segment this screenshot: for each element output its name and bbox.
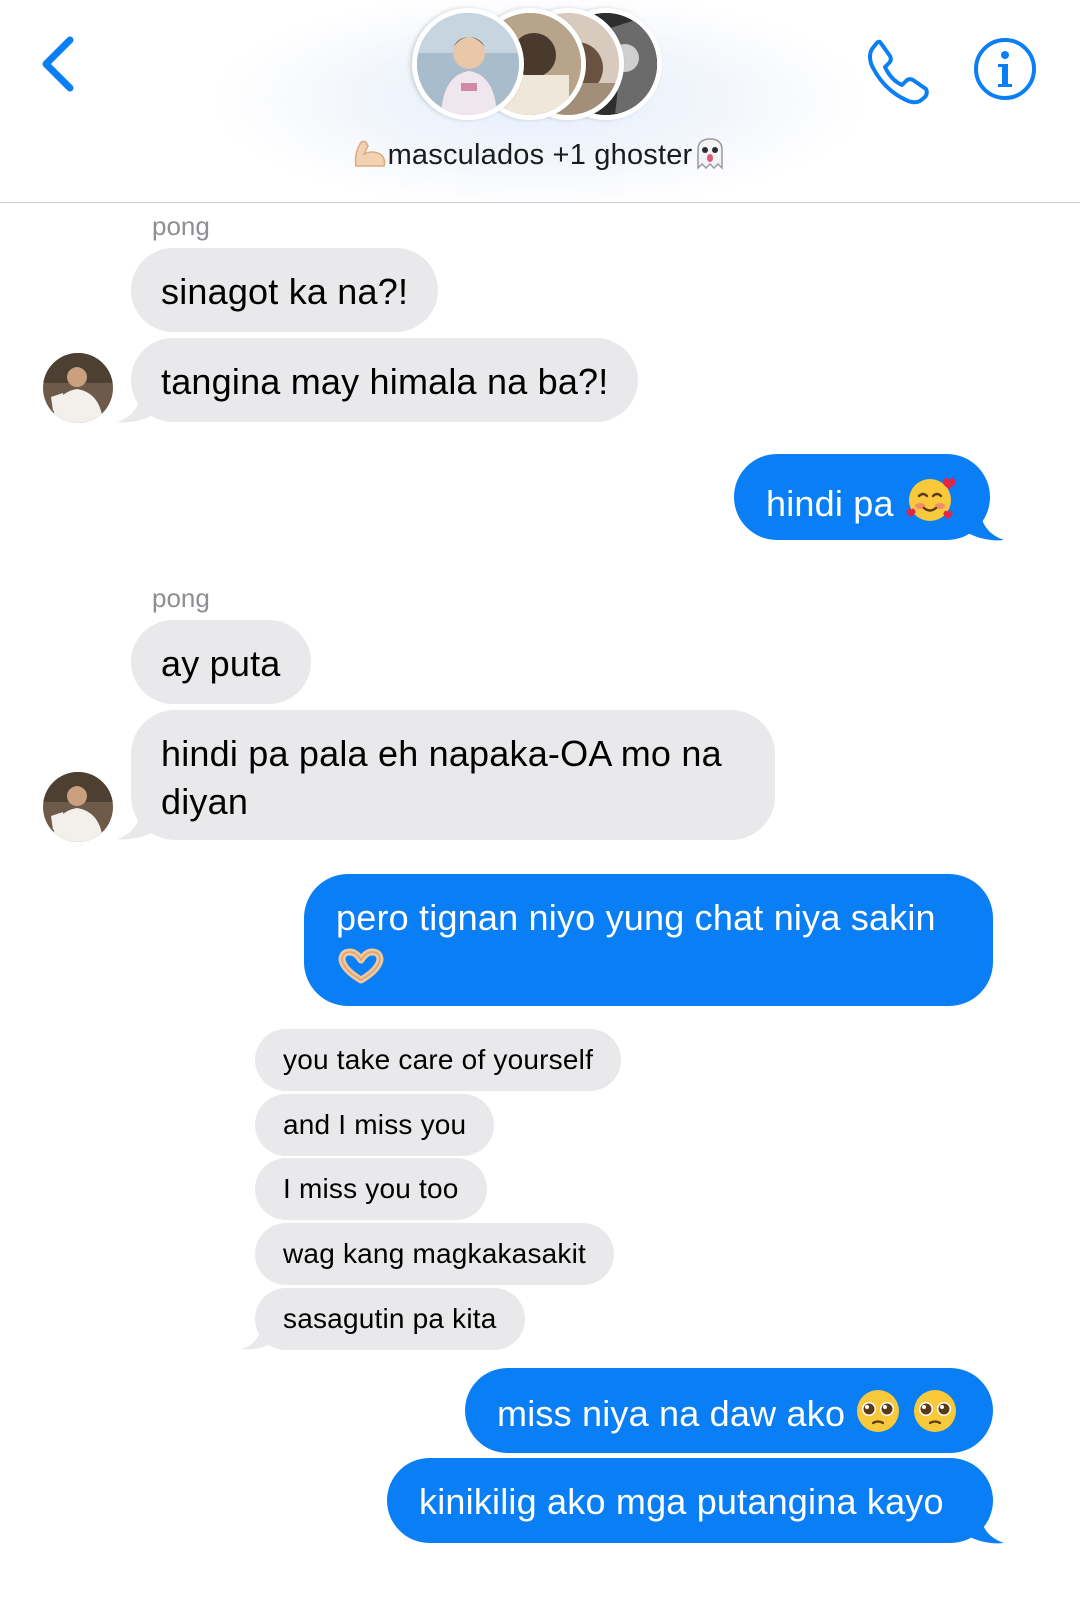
outgoing-message[interactable]: pero tignan niyo yung chat niya sakin: [304, 874, 993, 1006]
pleading-face-emoji: [912, 1388, 958, 1446]
chevron-left-icon: [42, 36, 74, 92]
message-text: tangina may himala na ba?!: [161, 361, 609, 402]
message-text: wag kang magkakasakit: [283, 1238, 587, 1269]
sender-name: pong: [152, 583, 210, 613]
sender-name: pong: [152, 211, 210, 241]
message-text: pero tignan niyo yung chat niya sakin: [336, 897, 936, 938]
message-text: ay puta: [161, 643, 281, 684]
message-text: I miss you too: [283, 1173, 459, 1204]
incoming-message[interactable]: ay puta: [131, 620, 311, 704]
outgoing-message[interactable]: miss niya na daw ako: [465, 1368, 993, 1453]
message-text: you take care of yourself: [283, 1044, 594, 1075]
conversation-title-text: masculados +1 ghoster: [387, 139, 693, 171]
conversation-title[interactable]: masculados +1 ghoster: [0, 136, 1080, 172]
phone-icon: [868, 39, 929, 105]
message-text: sinagot ka na?!: [161, 271, 409, 312]
quoted-message[interactable]: and I miss you: [255, 1094, 495, 1156]
incoming-message[interactable]: hindi pa pala eh napaka-OA mo na diyan: [131, 710, 775, 840]
bubble-tail: [966, 1509, 1004, 1544]
heart-hands-emoji: [336, 946, 386, 998]
group-avatar-stack[interactable]: [412, 0, 672, 130]
message-text: miss niya na daw ako: [497, 1393, 846, 1434]
quoted-message[interactable]: sasagutin pa kita: [255, 1288, 525, 1350]
back-button[interactable]: [30, 30, 90, 100]
message-text: hindi pa: [766, 483, 894, 524]
contact-avatar[interactable]: [43, 772, 113, 842]
incoming-message[interactable]: sinagot ka na?!: [131, 248, 439, 332]
bubble-tail: [241, 1323, 273, 1350]
pleading-face-emoji: [855, 1388, 901, 1446]
quoted-message[interactable]: you take care of yourself: [255, 1029, 622, 1091]
info-icon: [974, 38, 1036, 100]
chat-header: masculados +1 ghoster: [0, 0, 1080, 203]
flexed-biceps-emoji: [352, 136, 388, 170]
message-thread[interactable]: pong sinagot ka na?! tangina may himala …: [0, 203, 1080, 1606]
incoming-message[interactable]: tangina may himala na ba?!: [131, 338, 639, 422]
message-text: sasagutin pa kita: [283, 1303, 497, 1334]
message-text: hindi pa pala eh napaka-OA mo na diyan: [161, 733, 722, 822]
message-text: and I miss you: [283, 1109, 467, 1140]
info-button[interactable]: [972, 36, 1038, 102]
message-text: kinikilig ako mga putangina kayo: [419, 1481, 944, 1522]
bubble-tail: [117, 388, 155, 423]
outgoing-message[interactable]: hindi pa: [734, 454, 990, 540]
smiling-face-with-hearts-emoji: [904, 474, 958, 536]
bubble-tail: [966, 506, 1004, 541]
bubble-tail: [117, 805, 155, 840]
call-button[interactable]: [862, 36, 932, 106]
outgoing-message[interactable]: kinikilig ako mga putangina kayo: [387, 1458, 993, 1543]
quoted-message[interactable]: wag kang magkakasakit: [255, 1223, 615, 1285]
contact-avatar[interactable]: [43, 353, 113, 423]
quoted-message[interactable]: I miss you too: [255, 1158, 487, 1220]
ghost-emoji: [692, 136, 728, 170]
group-member-avatar: [412, 8, 524, 120]
